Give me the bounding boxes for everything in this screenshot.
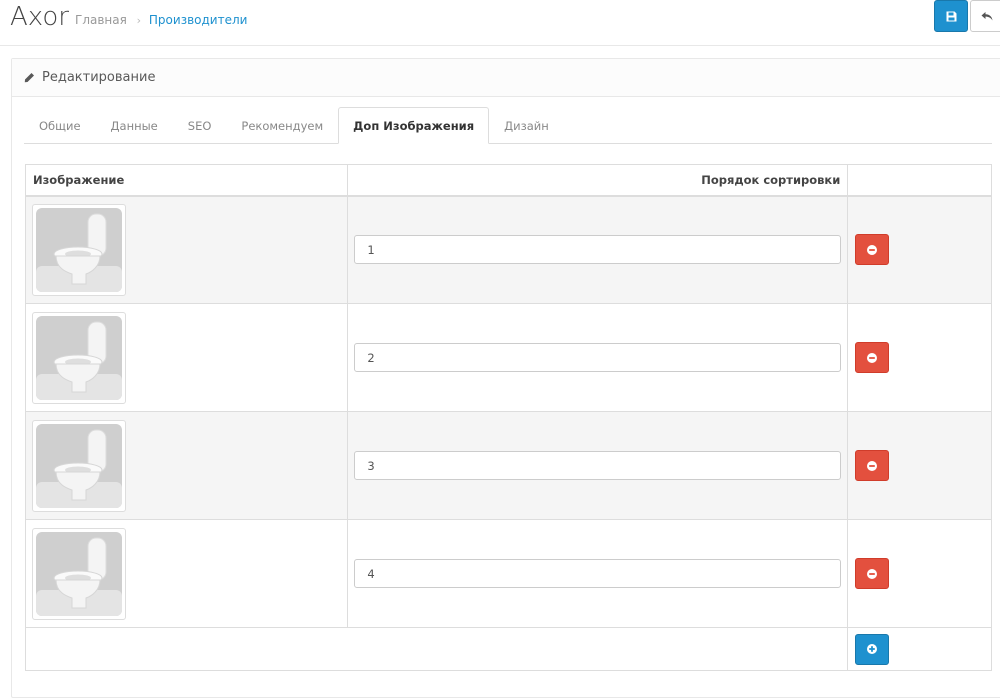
toilet-image xyxy=(36,423,122,508)
column-header-image: Изображение xyxy=(24,164,349,197)
toilet-image xyxy=(36,207,122,292)
remove-image-button[interactable] xyxy=(855,342,890,373)
images-table: Изображение Порядок сортировки xyxy=(24,164,992,671)
back-button[interactable] xyxy=(970,0,1000,32)
image-cell xyxy=(24,519,349,628)
minus-circle-icon xyxy=(867,244,878,255)
toilet-image xyxy=(36,531,122,616)
remove-image-button[interactable] xyxy=(855,234,890,266)
image-cell xyxy=(24,411,349,520)
image-cell xyxy=(24,195,349,304)
breadcrumb-home[interactable]: Главная xyxy=(75,13,127,27)
actions-cell xyxy=(847,303,992,412)
edit-panel: Редактирование Общие Данные SEO Рекоменд… xyxy=(11,58,1000,698)
table-header-row: Изображение Порядок сортировки xyxy=(24,164,992,197)
panel-heading-title: Редактирование xyxy=(42,70,156,85)
table-row xyxy=(24,519,992,628)
tab-data[interactable]: Данные xyxy=(96,107,173,144)
sort-order-input[interactable] xyxy=(354,235,842,265)
tab-design[interactable]: Дизайн xyxy=(489,107,564,144)
add-image-button[interactable] xyxy=(855,633,890,665)
breadcrumb-separator: › xyxy=(136,14,142,27)
actions-cell xyxy=(847,519,992,628)
table-row xyxy=(24,411,992,520)
product-thumbnail[interactable] xyxy=(32,203,126,296)
product-thumbnail[interactable] xyxy=(32,311,126,404)
toilet-image xyxy=(36,315,122,400)
column-header-actions xyxy=(847,164,992,197)
actions-cell xyxy=(847,411,992,520)
product-thumbnail[interactable] xyxy=(32,419,126,512)
sort-order-cell xyxy=(347,519,849,628)
footer-actions-cell xyxy=(847,627,992,671)
reply-icon xyxy=(981,11,993,20)
panel-heading: Редактирование xyxy=(12,59,1000,97)
table-footer-row xyxy=(24,627,992,671)
tab-seo[interactable]: SEO xyxy=(173,107,227,144)
tab-additional-images[interactable]: Доп Изображения xyxy=(338,107,490,144)
remove-image-button[interactable] xyxy=(855,558,890,589)
page-title: Axor xyxy=(10,2,69,32)
sort-order-input[interactable] xyxy=(354,343,842,372)
image-cell xyxy=(24,303,349,412)
column-header-sort-order: Порядок сортировки xyxy=(347,164,849,197)
product-thumbnail[interactable] xyxy=(32,527,126,620)
page-header: Axor Главная › Производители xyxy=(0,0,1000,46)
save-icon xyxy=(946,11,956,21)
table-row xyxy=(24,303,992,412)
pencil-icon xyxy=(24,73,34,83)
sort-order-input[interactable] xyxy=(354,559,842,588)
actions-cell xyxy=(847,195,992,304)
plus-circle-icon xyxy=(867,644,878,654)
save-button[interactable] xyxy=(934,0,968,32)
sort-order-cell xyxy=(347,303,849,412)
minus-circle-icon xyxy=(867,568,878,579)
minus-circle-icon xyxy=(867,460,878,471)
tab-general[interactable]: Общие xyxy=(24,107,96,144)
tab-recommend[interactable]: Рекомендуем xyxy=(226,107,338,144)
sort-order-input[interactable] xyxy=(354,451,842,480)
tabs: Общие Данные SEO Рекомендуем Доп Изображ… xyxy=(24,107,992,144)
footer-empty-cell xyxy=(24,627,849,671)
table-row xyxy=(24,195,992,304)
minus-circle-icon xyxy=(867,352,878,363)
sort-order-cell xyxy=(347,195,849,304)
breadcrumb-current[interactable]: Производители xyxy=(149,13,248,27)
breadcrumb: Главная › Производители xyxy=(75,13,247,27)
remove-image-button[interactable] xyxy=(855,450,890,481)
sort-order-cell xyxy=(347,411,849,520)
